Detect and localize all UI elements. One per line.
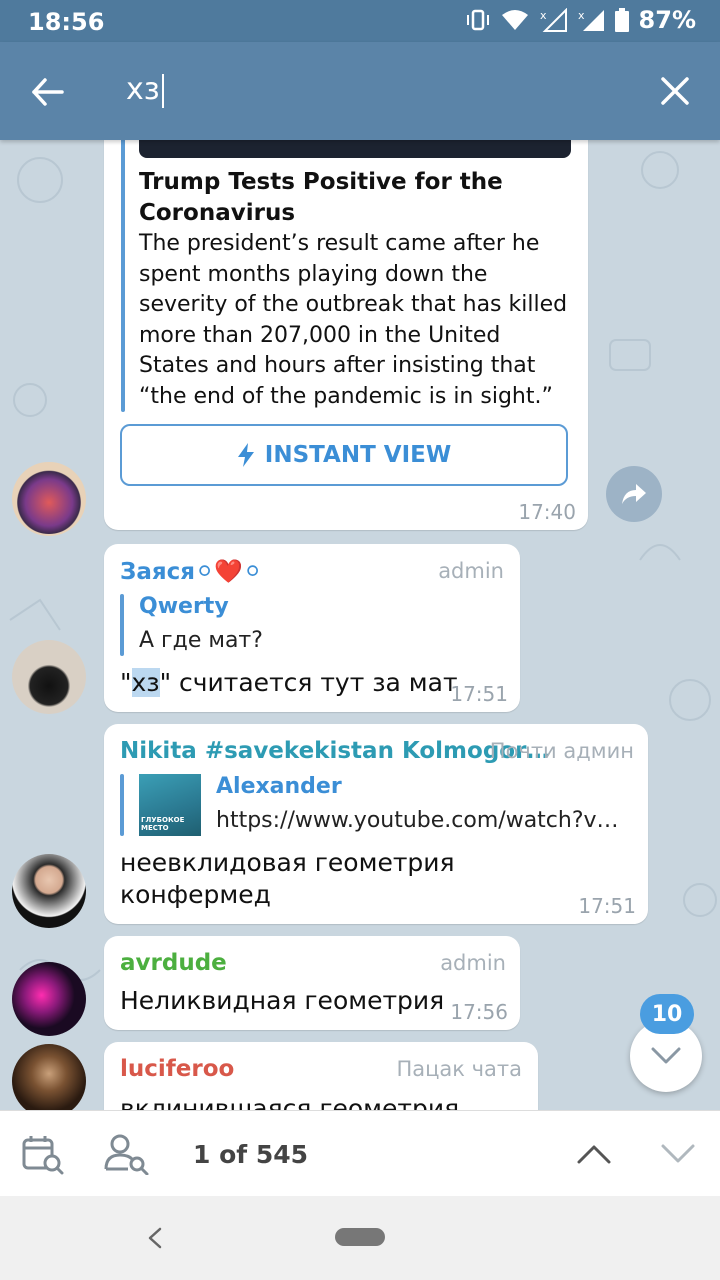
thumbnail-caption: ГЛУБОКОЕ МЕСТО: [141, 816, 185, 832]
battery-icon: [614, 8, 629, 32]
svg-text:x: x: [540, 9, 547, 22]
message-text: Неликвидная геометрия: [120, 986, 445, 1015]
system-navigation-bar: [0, 1196, 720, 1280]
sender-name[interactable]: luciferoo: [120, 1056, 234, 1082]
unread-count-badge: 10: [640, 994, 694, 1034]
message-text-part: ": [120, 668, 132, 697]
svg-text:x: x: [578, 9, 585, 22]
link-preview-message: Trump Tests Positive for the Coronavirus…: [104, 140, 588, 530]
search-query-text: хз: [126, 72, 160, 107]
message-text: "хз" считается тут за мат: [120, 668, 458, 697]
status-bar: 18:56 x x 87%: [0, 0, 720, 42]
message-text-part: " считается тут за мат: [159, 668, 458, 697]
admin-badge: admin: [438, 559, 504, 583]
message-text-line: неевклидовая геометрия: [120, 848, 455, 877]
admin-badge: admin: [440, 951, 506, 975]
calendar-search-icon[interactable]: [22, 1135, 64, 1175]
reply-accent-bar: [120, 594, 124, 656]
user-search-icon[interactable]: [104, 1133, 150, 1175]
back-arrow-icon[interactable]: [28, 72, 68, 112]
message-bubble: avrdude admin Неликвидная геометрия 17:5…: [104, 936, 520, 1030]
search-header: хз: [0, 42, 720, 140]
share-icon: [622, 484, 646, 504]
chevron-down-icon: [651, 1047, 681, 1064]
message-text-line: конфермед: [120, 880, 271, 909]
message-bubble: Nikita #savekekistan Kolmogor… Почти адм…: [104, 724, 648, 924]
preview-accent-bar: [121, 140, 125, 412]
search-navigation-bar: 1 of 545: [0, 1110, 720, 1197]
instant-view-button[interactable]: INSTANT VIEW: [120, 424, 568, 486]
share-button[interactable]: [606, 466, 662, 522]
vibrate-icon: [466, 9, 489, 31]
reply-author[interactable]: Alexander: [216, 774, 342, 799]
next-result-icon[interactable]: [660, 1143, 696, 1165]
sender-name[interactable]: Nikita #savekekistan Kolmogor…: [120, 738, 549, 764]
reply-text: А где мат?: [139, 628, 263, 653]
instant-view-label: INSTANT VIEW: [264, 442, 452, 468]
article-body: The president’s result came after he spe…: [139, 231, 568, 409]
reply-link[interactable]: https://www.youtube.com/watch?v…: [216, 808, 619, 833]
message-bubble: luciferoo Пацак чата вклинившаяся геомет…: [104, 1042, 538, 1110]
message-time: 17:51: [450, 682, 508, 706]
message-time: 17:56: [450, 1000, 508, 1024]
article-title: Trump Tests Positive for the Coronavirus: [139, 169, 503, 226]
signal-icon-2: x: [578, 9, 604, 31]
sender-name[interactable]: Заяся⚪❤️⚪: [120, 558, 262, 585]
role-badge: Почти админ: [489, 739, 634, 763]
role-badge: Пацак чата: [396, 1057, 522, 1081]
status-icons: x x 87%: [465, 6, 696, 34]
message-time: 17:51: [578, 894, 636, 918]
lightning-icon: [237, 443, 254, 467]
sender-emoji: ⚪❤️⚪: [195, 559, 263, 585]
sender-name-text: Заяся: [120, 559, 196, 585]
message-time: 17:40: [518, 500, 576, 524]
unread-count: 10: [651, 1001, 683, 1027]
reply-accent-bar: [120, 774, 124, 836]
chat-area[interactable]: Trump Tests Positive for the Coronavirus…: [0, 140, 720, 1110]
search-result-counter: 1 of 545: [193, 1140, 309, 1169]
status-time: 18:56: [28, 8, 105, 36]
reply-author[interactable]: Qwerty: [139, 594, 229, 619]
avatar[interactable]: [12, 1044, 86, 1110]
home-pill[interactable]: [335, 1228, 385, 1246]
search-highlight: хз: [131, 668, 160, 697]
system-back-icon[interactable]: [146, 1226, 164, 1250]
close-icon[interactable]: [658, 74, 692, 108]
message-bubble: Заяся⚪❤️⚪ admin Qwerty А где мат? "хз" с…: [104, 544, 520, 712]
previous-result-icon[interactable]: [576, 1143, 612, 1165]
avatar[interactable]: [12, 640, 86, 714]
text-caret: [161, 73, 164, 108]
avatar[interactable]: [12, 462, 86, 536]
battery-percent: 87%: [638, 6, 696, 34]
avatar[interactable]: [12, 962, 86, 1036]
search-input[interactable]: хз: [126, 72, 164, 108]
reply-thumbnail: ГЛУБОКОЕ МЕСТО: [139, 774, 201, 836]
message-text: вклинившаяся геометрия: [120, 1094, 460, 1110]
sender-name[interactable]: avrdude: [120, 950, 227, 976]
signal-icon: x: [540, 8, 567, 32]
avatar[interactable]: [12, 854, 86, 928]
preview-image: [139, 140, 571, 158]
wifi-icon: [501, 10, 528, 30]
